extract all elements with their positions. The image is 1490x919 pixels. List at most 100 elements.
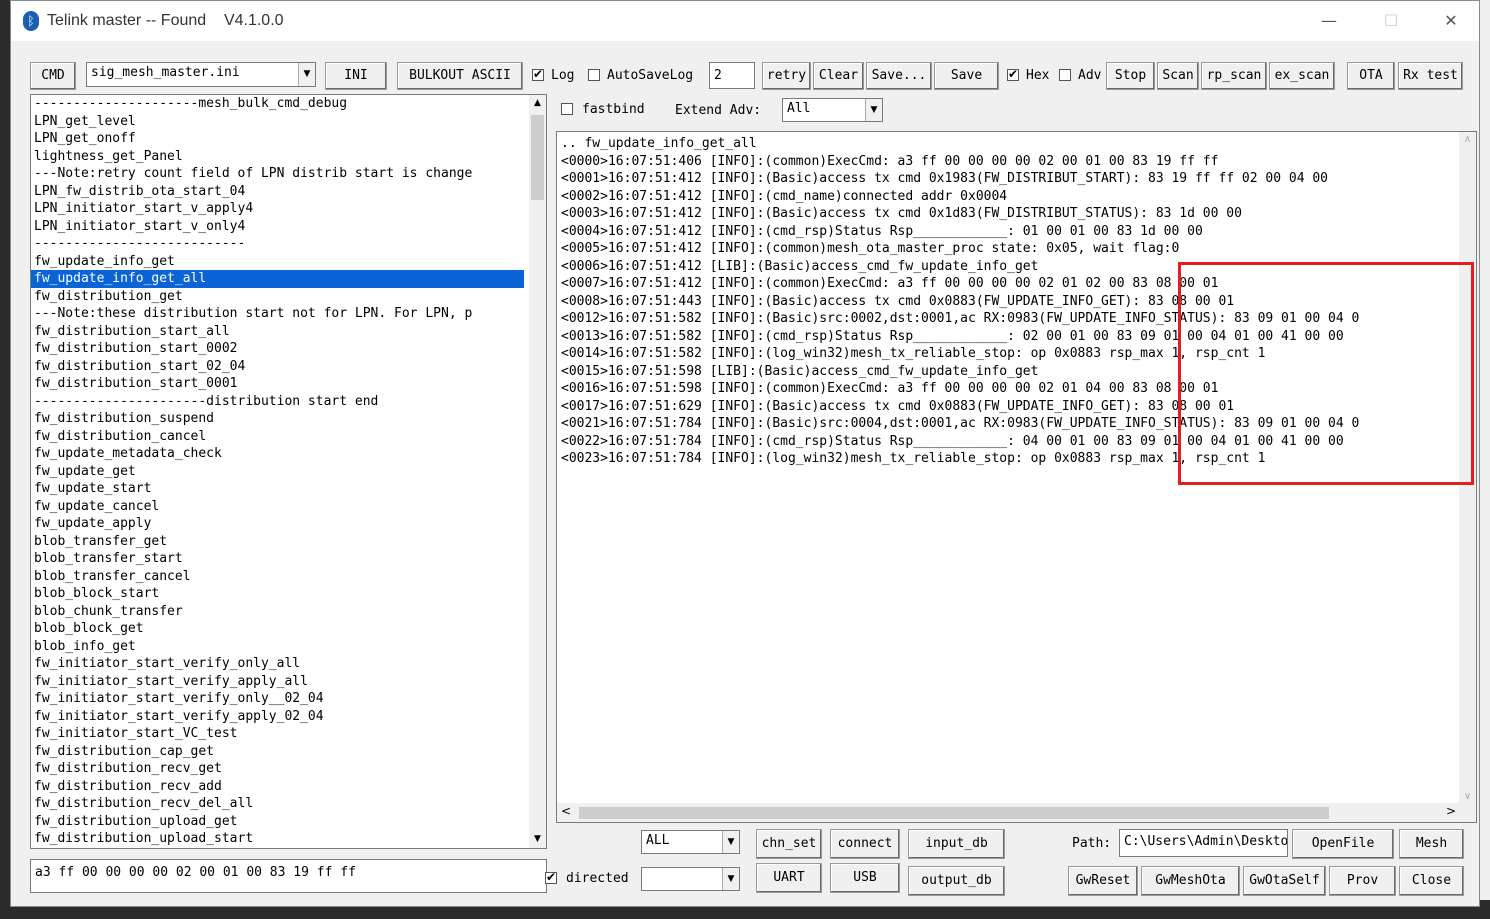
list-item[interactable]: ----------------------distribution start… xyxy=(31,393,524,411)
list-item[interactable]: LPN_fw_distrib_ota_start_04 xyxy=(31,183,524,201)
list-item[interactable]: fw_distribution_cancel xyxy=(31,428,524,446)
bulkout-ascii-button[interactable]: BULKOUT ASCII xyxy=(397,62,523,90)
gwmeshota-button[interactable]: GwMeshOta xyxy=(1141,866,1240,896)
list-item[interactable]: fw_update_get xyxy=(31,463,524,481)
list-item[interactable]: fw_distribution_recv_add xyxy=(31,778,524,796)
uart-button[interactable]: UART xyxy=(756,863,822,893)
scroll-left-icon[interactable]: < xyxy=(561,804,571,818)
list-item[interactable]: fw_update_info_get xyxy=(31,253,524,271)
list-item[interactable]: fw_update_info_get_all xyxy=(31,270,524,288)
list-item[interactable]: fw_update_start xyxy=(31,480,524,498)
scroll-right-icon[interactable]: > xyxy=(1446,804,1456,818)
list-item[interactable]: ---Note:retry count field of LPN distrib… xyxy=(31,165,524,183)
prov-button[interactable]: Prov xyxy=(1329,866,1396,896)
openfile-button[interactable]: OpenFile xyxy=(1292,829,1394,859)
ini-button[interactable]: INI xyxy=(325,62,387,90)
fastbind-checkbox[interactable] xyxy=(561,103,573,115)
ini-file-select[interactable]: sig_mesh_master.ini ▼ xyxy=(86,62,316,87)
command-list[interactable]: ---------------------mesh_bulk_cmd_debug… xyxy=(30,94,547,849)
close-window-button[interactable]: ✕ xyxy=(1431,9,1471,33)
ota-button[interactable]: OTA xyxy=(1347,62,1395,90)
scan-button[interactable]: Scan xyxy=(1157,62,1199,90)
list-item[interactable]: LPN_get_onoff xyxy=(31,130,524,148)
directed-select[interactable]: ▼ xyxy=(641,867,740,891)
all-select[interactable]: ALL ▼ xyxy=(641,830,740,854)
maximize-button[interactable]: ☐ xyxy=(1371,9,1411,33)
autosave-checkbox[interactable] xyxy=(588,69,600,81)
retry-button[interactable]: retry xyxy=(762,62,811,90)
list-item[interactable]: fw_distribution_upload_start xyxy=(31,830,524,848)
output-db-button[interactable]: output_db xyxy=(908,866,1005,896)
scroll-down-icon[interactable]: ▼ xyxy=(529,831,546,848)
list-item[interactable]: lightness_get_Panel xyxy=(31,148,524,166)
list-item[interactable]: blob_chunk_transfer xyxy=(31,603,524,621)
scrollbar-thumb[interactable] xyxy=(531,115,544,200)
list-item[interactable]: fw_distribution_suspend xyxy=(31,410,524,428)
chn-set-button[interactable]: chn_set xyxy=(756,829,822,859)
path-input[interactable]: C:\Users\Admin\Desktop xyxy=(1119,829,1288,857)
ex-scan-button[interactable]: ex_scan xyxy=(1269,62,1335,90)
list-item[interactable]: fw_distribution_recv_get xyxy=(31,760,524,778)
list-item[interactable]: blob_block_start xyxy=(31,585,524,603)
directed-checkbox[interactable] xyxy=(545,870,557,884)
adv-checkbox[interactable] xyxy=(1059,69,1071,81)
list-item[interactable]: fw_distribution_start_02_04 xyxy=(31,358,524,376)
stop-button[interactable]: Stop xyxy=(1106,62,1155,90)
close-button[interactable]: Close xyxy=(1399,866,1464,896)
list-item[interactable]: fw_initiator_start_verify_only__02_04 xyxy=(31,690,524,708)
list-item[interactable]: fw_distribution_get xyxy=(31,288,524,306)
log-horizontal-scrollbar[interactable]: < > xyxy=(557,803,1476,822)
rx-test-button[interactable]: Rx test xyxy=(1398,62,1463,90)
save-as-button[interactable]: Save... xyxy=(866,62,932,90)
list-item[interactable]: fw_distribution_start_0002 xyxy=(31,340,524,358)
list-item[interactable]: fw_distribution_start_0001 xyxy=(31,375,524,393)
list-item[interactable]: fw_distribution_cap_get xyxy=(31,743,524,761)
hex-checkbox[interactable] xyxy=(1007,67,1019,81)
list-item[interactable]: LPN_initiator_start_v_only4 xyxy=(31,218,524,236)
hscroll-thumb[interactable] xyxy=(579,807,1329,819)
list-item[interactable]: blob_transfer_start xyxy=(31,550,524,568)
scroll-down-icon[interactable]: ∨ xyxy=(1459,791,1476,802)
list-item[interactable]: fw_distribution_upload_get xyxy=(31,813,524,831)
list-item[interactable]: fw_distribution_start_all xyxy=(31,323,524,341)
command-list-scrollbar[interactable]: ▲ ▼ xyxy=(529,95,546,848)
list-item[interactable]: blob_transfer_cancel xyxy=(31,568,524,586)
list-item[interactable]: fw_initiator_start_VC_test xyxy=(31,725,524,743)
command-input[interactable]: a3 ff 00 00 00 00 02 00 01 00 83 19 ff f… xyxy=(30,859,547,893)
list-item[interactable]: blob_block_get xyxy=(31,620,524,638)
list-item[interactable]: fw_distribution_recv_del_all xyxy=(31,795,524,813)
list-item[interactable]: fw_update_apply xyxy=(31,515,524,533)
cmd-button[interactable]: CMD xyxy=(30,62,76,90)
list-item[interactable]: fw_initiator_start_verify_only_all xyxy=(31,655,524,673)
gwreset-button[interactable]: GwReset xyxy=(1068,866,1138,896)
list-item[interactable]: fw_update_metadata_check xyxy=(31,445,524,463)
clear-button[interactable]: Clear xyxy=(813,62,864,90)
list-item[interactable]: ---Note:these distribution start not for… xyxy=(31,305,524,323)
fastbind-label: fastbind xyxy=(582,102,645,117)
path-label: Path: xyxy=(1072,836,1112,851)
list-item[interactable]: --------------------------- xyxy=(31,235,524,253)
list-item[interactable]: LPN_initiator_start_v_apply4 xyxy=(31,200,524,218)
rp-scan-button[interactable]: rp_scan xyxy=(1201,62,1267,90)
save-button[interactable]: Save xyxy=(934,62,999,90)
log-line: <0015>16:07:51:598 [LIB]:(Basic)access_c… xyxy=(561,363,1039,379)
list-item[interactable]: ---------------------mesh_bulk_cmd_debug xyxy=(31,95,524,113)
extend-adv-label: Extend Adv: xyxy=(675,103,762,118)
list-item[interactable]: fw_update_cancel xyxy=(31,498,524,516)
scroll-up-icon[interactable]: ∧ xyxy=(1459,134,1476,145)
list-item[interactable]: LPN_get_level xyxy=(31,113,524,131)
extend-adv-select[interactable]: All ▼ xyxy=(782,98,883,122)
mesh-button[interactable]: Mesh xyxy=(1399,829,1464,859)
autosave-count-input[interactable]: 2 xyxy=(709,62,755,89)
log-checkbox[interactable] xyxy=(532,67,544,81)
connect-button[interactable]: connect xyxy=(830,829,900,859)
gwotaself-button[interactable]: GwOtaSelf xyxy=(1243,866,1326,896)
usb-button[interactable]: USB xyxy=(830,863,900,893)
scroll-up-icon[interactable]: ▲ xyxy=(529,95,546,112)
list-item[interactable]: fw_initiator_start_verify_apply_all xyxy=(31,673,524,691)
input-db-button[interactable]: input_db xyxy=(908,829,1005,859)
minimize-button[interactable]: — xyxy=(1309,9,1349,33)
list-item[interactable]: blob_info_get xyxy=(31,638,524,656)
list-item[interactable]: fw_initiator_start_verify_apply_02_04 xyxy=(31,708,524,726)
list-item[interactable]: blob_transfer_get xyxy=(31,533,524,551)
